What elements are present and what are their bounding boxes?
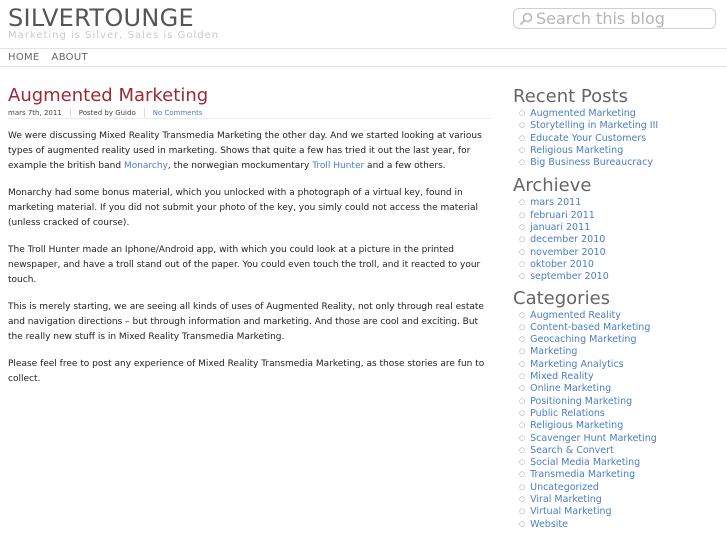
recent-post-item: Augmented Marketing	[519, 108, 718, 120]
nav-divider-bottom	[0, 66, 727, 67]
category-link[interactable]: Uncategorized	[530, 482, 599, 493]
archive-item: september 2010	[519, 271, 718, 283]
search-box[interactable]	[513, 8, 716, 29]
recent-post-item: Religious Marketing	[519, 145, 718, 157]
post-comments-link[interactable]: No Comments	[153, 109, 203, 117]
category-link[interactable]: Positioning Marketing	[530, 396, 632, 407]
meta-separator	[69, 108, 71, 117]
archive-link[interactable]: mars 2011	[530, 197, 581, 208]
nav-divider-top	[0, 48, 727, 49]
archive-link[interactable]: november 2010	[530, 247, 606, 258]
categories-title: Categories	[513, 287, 611, 309]
archive-link[interactable]: oktober 2010	[530, 259, 594, 270]
category-item: Content-based Marketing	[519, 322, 718, 334]
category-item: Online Marketing	[519, 383, 718, 395]
category-link[interactable]: Public Relations	[530, 408, 605, 419]
nav-home[interactable]: HOME	[8, 52, 40, 63]
archive-item: december 2010	[519, 234, 718, 246]
nav-about[interactable]: ABOUT	[52, 52, 88, 63]
post: Augmented Marketing mars 7th, 2011 Poste…	[8, 86, 492, 399]
main-nav: HOME ABOUT	[8, 52, 88, 63]
post-paragraph: We were discussing Mixed Reality Transme…	[8, 129, 492, 174]
category-link[interactable]: Marketing	[530, 346, 577, 357]
archive-item: november 2010	[519, 247, 718, 259]
category-link[interactable]: Social Media Marketing	[530, 457, 640, 468]
category-item: Social Media Marketing	[519, 457, 718, 469]
archive-item: mars 2011	[519, 197, 718, 209]
category-link[interactable]: Augmented Reality	[530, 310, 621, 321]
categories-widget: Categories Augmented Reality Content-bas…	[513, 288, 718, 531]
category-link[interactable]: Virtual Marketing	[530, 506, 611, 517]
category-link[interactable]: Marketing Analytics	[530, 359, 624, 370]
link-monarchy[interactable]: Monarchy	[124, 161, 168, 171]
post-body: We were discussing Mixed Reality Transme…	[8, 129, 492, 387]
category-item: Positioning Marketing	[519, 396, 718, 408]
category-item: Uncategorized	[519, 482, 718, 494]
category-link[interactable]: Content-based Marketing	[530, 322, 650, 333]
post-paragraph: The Troll Hunter made an Iphone/Android …	[8, 245, 481, 285]
category-link[interactable]: Mixed Reality	[530, 371, 594, 382]
category-item: Augmented Reality	[519, 310, 718, 322]
paragraph-text: and a few others.	[364, 161, 446, 171]
category-item: Transmedia Marketing	[519, 469, 718, 481]
post-paragraph: This is merely starting, we are seeing a…	[8, 302, 484, 342]
recent-post-link[interactable]: Storytelling in Marketing III	[530, 120, 658, 131]
archive-list: mars 2011 februari 2011 januari 2011 dec…	[513, 197, 718, 283]
category-link[interactable]: Website	[530, 519, 568, 530]
archive-link[interactable]: februari 2011	[530, 210, 595, 221]
category-item: Public Relations	[519, 408, 718, 420]
post-paragraph: Please feel free to post any experience …	[8, 359, 485, 384]
recent-post-item: Educate Your Customers	[519, 133, 718, 145]
post-paragraph: Monarchy had some bonus material, which …	[8, 188, 479, 228]
category-item: Marketing	[519, 346, 718, 358]
category-item: Search & Convert	[519, 445, 718, 457]
category-link[interactable]: Religious Marketing	[530, 420, 623, 431]
recent-post-link[interactable]: Augmented Marketing	[530, 108, 636, 119]
archive-title: Archieve	[513, 175, 592, 197]
categories-list: Augmented Reality Content-based Marketin…	[513, 310, 718, 531]
post-meta: mars 7th, 2011 Posted by Guido No Commen…	[8, 108, 492, 119]
category-link[interactable]: Scavenger Hunt Marketing	[530, 433, 657, 444]
category-link[interactable]: Viral Marketing	[530, 494, 602, 505]
paragraph-text: , the norwegian mockumentary	[167, 161, 313, 171]
recent-post-link[interactable]: Educate Your Customers	[530, 133, 646, 144]
post-author: Posted by Guido	[78, 108, 136, 117]
category-item: Virtual Marketing	[519, 506, 718, 518]
link-troll-hunter[interactable]: Troll Hunter	[312, 161, 364, 171]
post-title[interactable]: Augmented Marketing	[8, 86, 492, 106]
recent-post-link[interactable]: Big Business Bureaucracy	[530, 157, 653, 168]
recent-posts-title: Recent Posts	[513, 86, 628, 107]
meta-separator	[143, 108, 145, 117]
archive-link[interactable]: december 2010	[530, 234, 605, 245]
category-item: Scavenger Hunt Marketing	[519, 433, 718, 445]
category-item: Marketing Analytics	[519, 359, 718, 371]
archive-link[interactable]: januari 2011	[530, 222, 590, 233]
archive-item: oktober 2010	[519, 259, 718, 271]
search-icon	[519, 12, 533, 25]
recent-post-item: Big Business Bureaucracy	[519, 157, 718, 169]
recent-post-link[interactable]: Religious Marketing	[530, 145, 623, 156]
archive-link[interactable]: september 2010	[530, 271, 609, 282]
site-tagline: Marketing is Silver, Sales is Golden	[8, 30, 220, 41]
archive-item: januari 2011	[519, 222, 718, 234]
post-date: mars 7th, 2011	[8, 108, 62, 117]
archive-widget: Archieve mars 2011 februari 2011 januari…	[513, 175, 718, 283]
site-title[interactable]: SILVERTOUNGE	[8, 4, 194, 32]
category-link[interactable]: Transmedia Marketing	[530, 469, 635, 480]
category-link[interactable]: Geocaching Marketing	[530, 334, 636, 345]
recent-posts-list: Augmented Marketing Storytelling in Mark…	[513, 108, 718, 169]
category-item: Religious Marketing	[519, 420, 718, 432]
category-item: Viral Marketing	[519, 494, 718, 506]
archive-item: februari 2011	[519, 210, 718, 222]
category-item: Geocaching Marketing	[519, 334, 718, 346]
sidebar: Recent Posts Augmented Marketing Storyte…	[513, 86, 718, 531]
category-item: Mixed Reality	[519, 371, 718, 383]
category-link[interactable]: Search & Convert	[530, 445, 614, 456]
recent-post-item: Storytelling in Marketing III	[519, 120, 718, 132]
recent-posts-widget: Recent Posts Augmented Marketing Storyte…	[513, 86, 718, 169]
category-item: Website	[519, 519, 718, 531]
search-input[interactable]	[536, 9, 711, 28]
category-link[interactable]: Online Marketing	[530, 383, 611, 394]
